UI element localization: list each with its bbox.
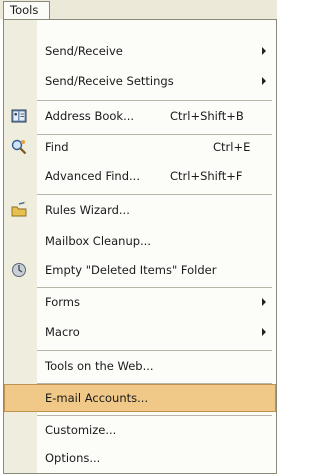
menu-item-label: Find	[45, 140, 69, 154]
menu-item-label: Macro	[45, 325, 80, 339]
menu-item-email-accounts[interactable]: E-mail Accounts...	[4, 384, 276, 412]
menu-item-find[interactable]: Find Ctrl+E	[4, 133, 276, 161]
menu-item-label: Address Book...	[45, 109, 135, 123]
menu-item-rules-wizard[interactable]: Rules Wizard...	[4, 196, 276, 224]
menu-item-send-receive[interactable]: Send/Receive	[4, 37, 276, 65]
menu-item-shortcut: Ctrl+Shift+B	[170, 109, 244, 123]
menu-item-mailbox-cleanup[interactable]: Mailbox Cleanup...	[4, 227, 276, 255]
submenu-arrow-icon	[262, 298, 266, 306]
menu-item-advanced-find[interactable]: Advanced Find... Ctrl+Shift+F	[4, 162, 276, 190]
menu-item-label: Empty "Deleted Items" Folder	[45, 263, 217, 277]
menu-separator	[37, 100, 272, 101]
menu-item-shortcut: Ctrl+Shift+F	[170, 169, 243, 183]
menu-item-options[interactable]: Options...	[4, 444, 276, 472]
menu-item-label: Mailbox Cleanup...	[45, 234, 151, 248]
menu-item-label: E-mail Accounts...	[45, 391, 149, 405]
submenu-arrow-icon	[262, 47, 266, 55]
menu-item-label: Options...	[45, 451, 101, 465]
address-book-icon	[11, 109, 27, 123]
empty-deleted-icon	[12, 263, 26, 277]
menu-item-label: Customize...	[45, 423, 117, 437]
submenu-arrow-icon	[262, 328, 266, 336]
menu-item-label: Rules Wizard...	[45, 203, 130, 217]
tools-dropdown-menu: Send/Receive Send/Receive Settings Addre…	[3, 19, 277, 474]
menu-item-shortcut: Ctrl+E	[213, 140, 251, 154]
menu-item-tools-on-the-web[interactable]: Tools on the Web...	[4, 352, 276, 380]
menu-item-empty-deleted-items[interactable]: Empty "Deleted Items" Folder	[4, 256, 276, 284]
menu-item-label: Advanced Find...	[45, 169, 140, 183]
menu-item-forms[interactable]: Forms	[4, 288, 276, 316]
tools-menu-title[interactable]: Tools	[3, 1, 50, 20]
menu-item-label: Forms	[45, 295, 80, 309]
menu-separator	[37, 194, 272, 195]
menu-item-macro[interactable]: Macro	[4, 318, 276, 346]
menu-bar: Tools	[0, 0, 277, 20]
menu-separator	[37, 350, 272, 351]
rules-wizard-icon	[11, 201, 27, 217]
menu-item-send-receive-settings[interactable]: Send/Receive Settings	[4, 67, 276, 95]
menu-item-address-book[interactable]: Address Book... Ctrl+Shift+B	[4, 102, 276, 130]
menu-item-label: Send/Receive Settings	[45, 74, 174, 88]
find-icon	[11, 139, 27, 155]
menu-item-label: Tools on the Web...	[45, 359, 154, 373]
menu-item-customize[interactable]: Customize...	[4, 416, 276, 444]
submenu-arrow-icon	[262, 77, 266, 85]
menu-item-label: Send/Receive	[45, 44, 123, 58]
